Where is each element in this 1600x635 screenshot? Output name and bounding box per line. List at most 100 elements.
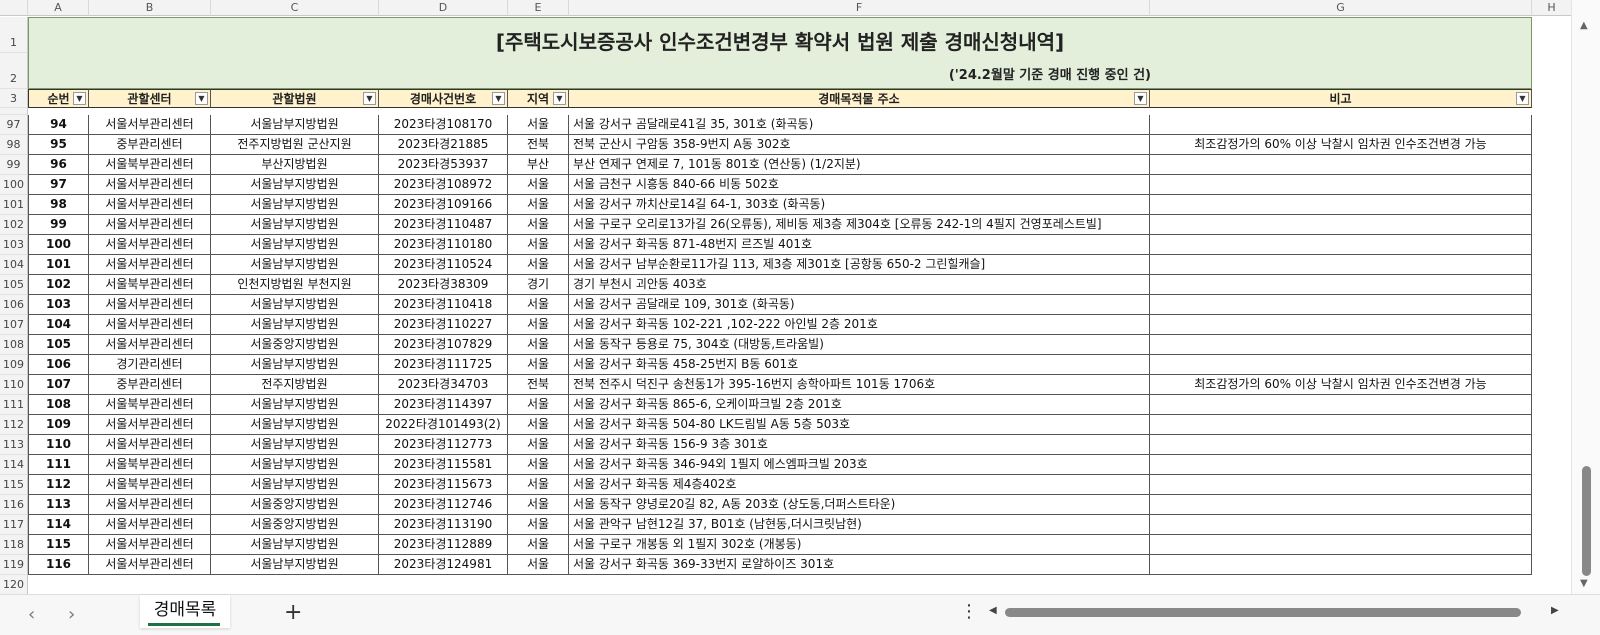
spreadsheet-grid[interactable]: A B C D E F G H 1 2 3 [주택도시보증공사 인수조건변경부 … <box>0 0 1600 594</box>
cell-center[interactable]: 중부관리센터 <box>89 135 211 155</box>
cell-region[interactable]: 서울 <box>508 515 569 535</box>
cell-seq[interactable]: 100 <box>28 235 89 255</box>
cell-region[interactable]: 서울 <box>508 235 569 255</box>
cell-center[interactable]: 서울서부관리센터 <box>89 195 211 215</box>
cell-note[interactable] <box>1150 115 1532 135</box>
cell-center[interactable]: 서울서부관리센터 <box>89 215 211 235</box>
cell-case[interactable]: 2023타경107829 <box>379 335 508 355</box>
cell-case[interactable]: 2023타경112773 <box>379 435 508 455</box>
cell-region[interactable]: 서울 <box>508 255 569 275</box>
row-header[interactable]: 108 <box>0 335 28 355</box>
cell-address[interactable]: 서울 강서구 화곡동 제4층402호 <box>569 475 1150 495</box>
vertical-scroll-thumb[interactable] <box>1582 466 1591 576</box>
cell-case[interactable]: 2023타경112746 <box>379 495 508 515</box>
row-header[interactable]: 102 <box>0 215 28 235</box>
cell-case[interactable]: 2023타경38309 <box>379 275 508 295</box>
row-header[interactable]: 112 <box>0 415 28 435</box>
cell-address[interactable]: 서울 동작구 등용로 75, 304호 (대방동,트라움빌) <box>569 335 1150 355</box>
row-header[interactable]: 106 <box>0 295 28 315</box>
cell-note[interactable] <box>1150 215 1532 235</box>
select-all-corner[interactable] <box>0 0 28 16</box>
cell-court[interactable]: 서울중앙지방법원 <box>211 515 379 535</box>
cell-center[interactable]: 서울서부관리센터 <box>89 235 211 255</box>
cell-center[interactable]: 서울북부관리센터 <box>89 155 211 175</box>
cell-court[interactable]: 인천지방법원 부천지원 <box>211 275 379 295</box>
scroll-left-icon[interactable]: ◀ <box>989 605 997 616</box>
cell-center[interactable]: 서울서부관리센터 <box>89 315 211 335</box>
cell-seq[interactable]: 114 <box>28 515 89 535</box>
column-header-e[interactable]: E <box>508 0 569 16</box>
cell-center[interactable]: 서울북부관리센터 <box>89 475 211 495</box>
cell-case[interactable]: 2023타경124981 <box>379 555 508 575</box>
row-header[interactable]: 100 <box>0 175 28 195</box>
cell-note[interactable] <box>1150 315 1532 335</box>
column-header-d[interactable]: D <box>379 0 508 16</box>
cell-seq[interactable]: 105 <box>28 335 89 355</box>
cell-court[interactable]: 서울남부지방법원 <box>211 175 379 195</box>
cell-center[interactable]: 경기관리센터 <box>89 355 211 375</box>
cell-note[interactable] <box>1150 175 1532 195</box>
cell-center[interactable]: 서울북부관리센터 <box>89 275 211 295</box>
cell-court[interactable]: 부산지방법원 <box>211 155 379 175</box>
filter-dropdown-icon[interactable]: ▼ <box>1516 92 1529 105</box>
cell-court[interactable]: 서울남부지방법원 <box>211 555 379 575</box>
cell-seq[interactable]: 94 <box>28 115 89 135</box>
cell-court[interactable]: 서울남부지방법원 <box>211 195 379 215</box>
cell-note[interactable] <box>1150 275 1532 295</box>
cell-note[interactable] <box>1150 555 1532 575</box>
row-header[interactable]: 113 <box>0 435 28 455</box>
cell-seq[interactable]: 101 <box>28 255 89 275</box>
cell-region[interactable]: 서울 <box>508 115 569 135</box>
row-header[interactable]: 114 <box>0 455 28 475</box>
cell-court[interactable]: 서울남부지방법원 <box>211 475 379 495</box>
cell-seq[interactable]: 106 <box>28 355 89 375</box>
cell-center[interactable]: 서울서부관리센터 <box>89 555 211 575</box>
filter-dropdown-icon[interactable]: ▼ <box>73 92 86 105</box>
header-case[interactable]: 경매사건번호 ▼ <box>379 89 508 108</box>
horizontal-scrollbar[interactable]: ◀ ▶ <box>985 605 1567 619</box>
cell-region[interactable]: 서울 <box>508 435 569 455</box>
filter-dropdown-icon[interactable]: ▼ <box>553 92 566 105</box>
cell-court[interactable]: 서울중앙지방법원 <box>211 495 379 515</box>
cell-seq[interactable]: 116 <box>28 555 89 575</box>
row-header[interactable]: 120 <box>0 575 28 594</box>
header-region[interactable]: 지역 ▼ <box>508 89 569 108</box>
cell-case[interactable]: 2023타경113190 <box>379 515 508 535</box>
cell-case[interactable]: 2023타경110524 <box>379 255 508 275</box>
cell-note[interactable] <box>1150 295 1532 315</box>
cell-region[interactable]: 전북 <box>508 135 569 155</box>
cell-address[interactable]: 서울 강서구 화곡동 369-33번지 로얄하이즈 301호 <box>569 555 1150 575</box>
column-header-f[interactable]: F <box>569 0 1150 16</box>
scroll-up-icon[interactable]: ▲ <box>1580 20 1588 31</box>
cell-region[interactable]: 서울 <box>508 355 569 375</box>
row-header-1[interactable]: 1 <box>0 17 28 53</box>
cell-region[interactable]: 서울 <box>508 315 569 335</box>
cell-center[interactable]: 서울서부관리센터 <box>89 115 211 135</box>
cell-region[interactable]: 서울 <box>508 215 569 235</box>
cell-seq[interactable]: 109 <box>28 415 89 435</box>
next-sheet-icon[interactable]: › <box>68 604 75 625</box>
cell-court[interactable]: 전주지방법원 <box>211 375 379 395</box>
cell-center[interactable]: 서울서부관리센터 <box>89 515 211 535</box>
cell-center[interactable]: 서울서부관리센터 <box>89 495 211 515</box>
row-header[interactable]: 103 <box>0 235 28 255</box>
cell-region[interactable]: 서울 <box>508 415 569 435</box>
filter-dropdown-icon[interactable]: ▼ <box>363 92 376 105</box>
cell-case[interactable]: 2023타경34703 <box>379 375 508 395</box>
cell-center[interactable]: 서울서부관리센터 <box>89 335 211 355</box>
header-center[interactable]: 관할센터 ▼ <box>89 89 211 108</box>
cell-case[interactable]: 2022타경101493(2) <box>379 415 508 435</box>
cell-region[interactable]: 서울 <box>508 455 569 475</box>
cell-address[interactable]: 서울 강서구 화곡동 871-48번지 르즈빌 401호 <box>569 235 1150 255</box>
cell-region[interactable]: 서울 <box>508 535 569 555</box>
cell-address[interactable]: 서울 강서구 남부순환로11가길 113, 제3층 제301호 [공항동 650… <box>569 255 1150 275</box>
cell-region[interactable]: 서울 <box>508 175 569 195</box>
cell-seq[interactable]: 110 <box>28 435 89 455</box>
cell-region[interactable]: 서울 <box>508 335 569 355</box>
cell-note[interactable] <box>1150 195 1532 215</box>
cell-address[interactable]: 부산 연제구 연제로 7, 101동 801호 (연산동) (1/2지분) <box>569 155 1150 175</box>
cell-note[interactable]: 최조감정가의 60% 이상 낙찰시 임차권 인수조건변경 가능 <box>1150 375 1532 395</box>
cell-seq[interactable]: 103 <box>28 295 89 315</box>
cell-address[interactable]: 전북 군산시 구암동 358-9번지 A동 302호 <box>569 135 1150 155</box>
cell-case[interactable]: 2023타경110180 <box>379 235 508 255</box>
